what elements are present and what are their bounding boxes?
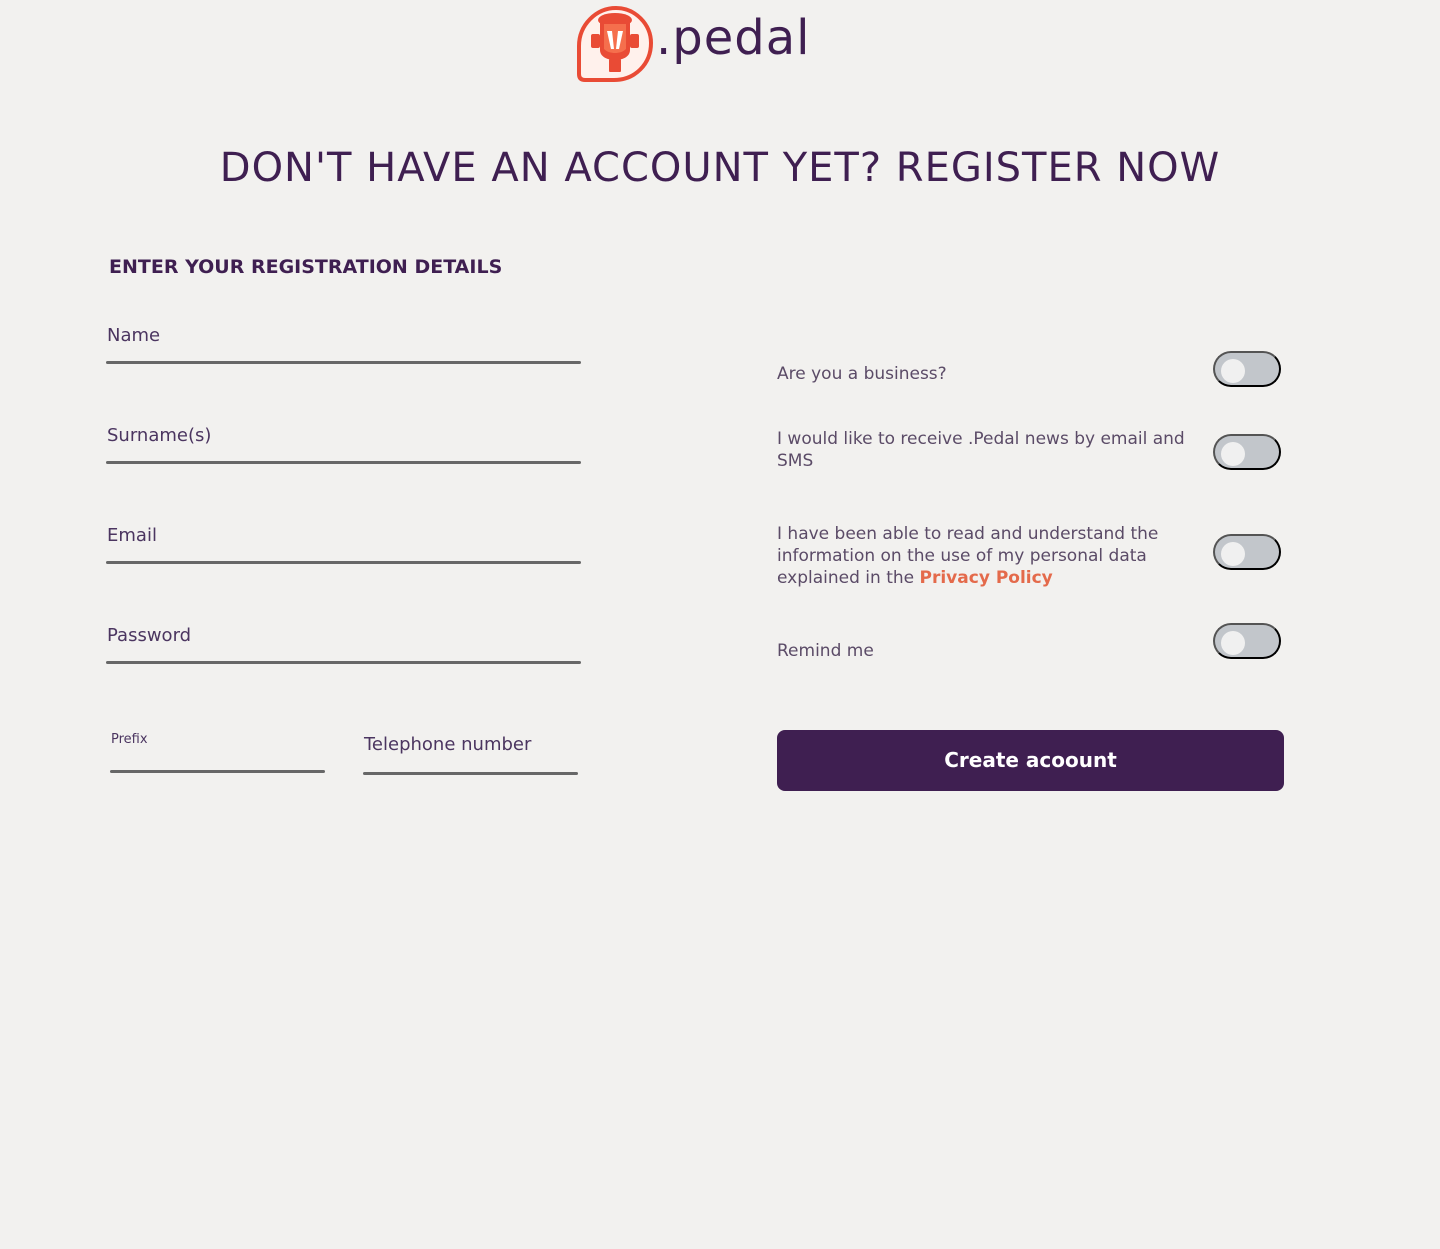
registration-details-title: ENTER YOUR REGISTRATION DETAILS (109, 256, 503, 278)
remind-toggle[interactable] (1213, 623, 1281, 659)
pedal-logo[interactable]: .pedal (576, 4, 816, 86)
privacy-option-label: I have been able to read and understand … (777, 523, 1167, 589)
privacy-toggle-knob (1221, 542, 1245, 566)
telephone-field[interactable]: Telephone number (363, 733, 578, 775)
newsletter-option-label: I would like to receive .Pedal news by e… (777, 429, 1185, 471)
business-option-label: Are you a business? (777, 364, 947, 384)
page-title: DON'T HAVE AN ACCOUNT YET? REGISTER NOW (219, 145, 1221, 191)
newsletter-option: I would like to receive .Pedal news by e… (777, 428, 1282, 476)
prefix-field[interactable]: Prefix (110, 731, 325, 773)
password-underline (106, 661, 581, 664)
pedal-logo-icon (577, 5, 654, 82)
telephone-input[interactable] (363, 733, 578, 767)
telephone-underline (363, 772, 578, 775)
privacy-toggle[interactable] (1213, 534, 1281, 570)
business-toggle[interactable] (1213, 351, 1281, 387)
name-field[interactable]: Name (106, 324, 581, 364)
privacy-policy-link[interactable]: Privacy Policy (920, 568, 1053, 588)
create-account-button[interactable]: Create acoount (777, 730, 1284, 791)
password-field[interactable]: Password (106, 624, 581, 664)
brand-name: .pedal (656, 10, 811, 66)
privacy-option: I have been able to read and understand … (777, 523, 1282, 593)
business-toggle-knob (1221, 359, 1245, 383)
name-underline (106, 361, 581, 364)
newsletter-toggle[interactable] (1213, 434, 1281, 470)
password-input[interactable] (106, 624, 581, 658)
remind-option-label: Remind me (777, 641, 874, 661)
email-underline (106, 561, 581, 564)
surname-underline (106, 461, 581, 464)
email-input[interactable] (106, 524, 581, 558)
email-field[interactable]: Email (106, 524, 581, 564)
remind-option: Remind me (777, 623, 1282, 665)
prefix-underline (110, 770, 325, 773)
business-option: Are you a business? (777, 351, 1282, 391)
surname-field[interactable]: Surname(s) (106, 424, 581, 464)
surname-input[interactable] (106, 424, 581, 458)
remind-toggle-knob (1221, 631, 1245, 655)
name-input[interactable] (106, 324, 581, 358)
newsletter-toggle-knob (1221, 442, 1245, 466)
prefix-input[interactable] (110, 731, 325, 765)
